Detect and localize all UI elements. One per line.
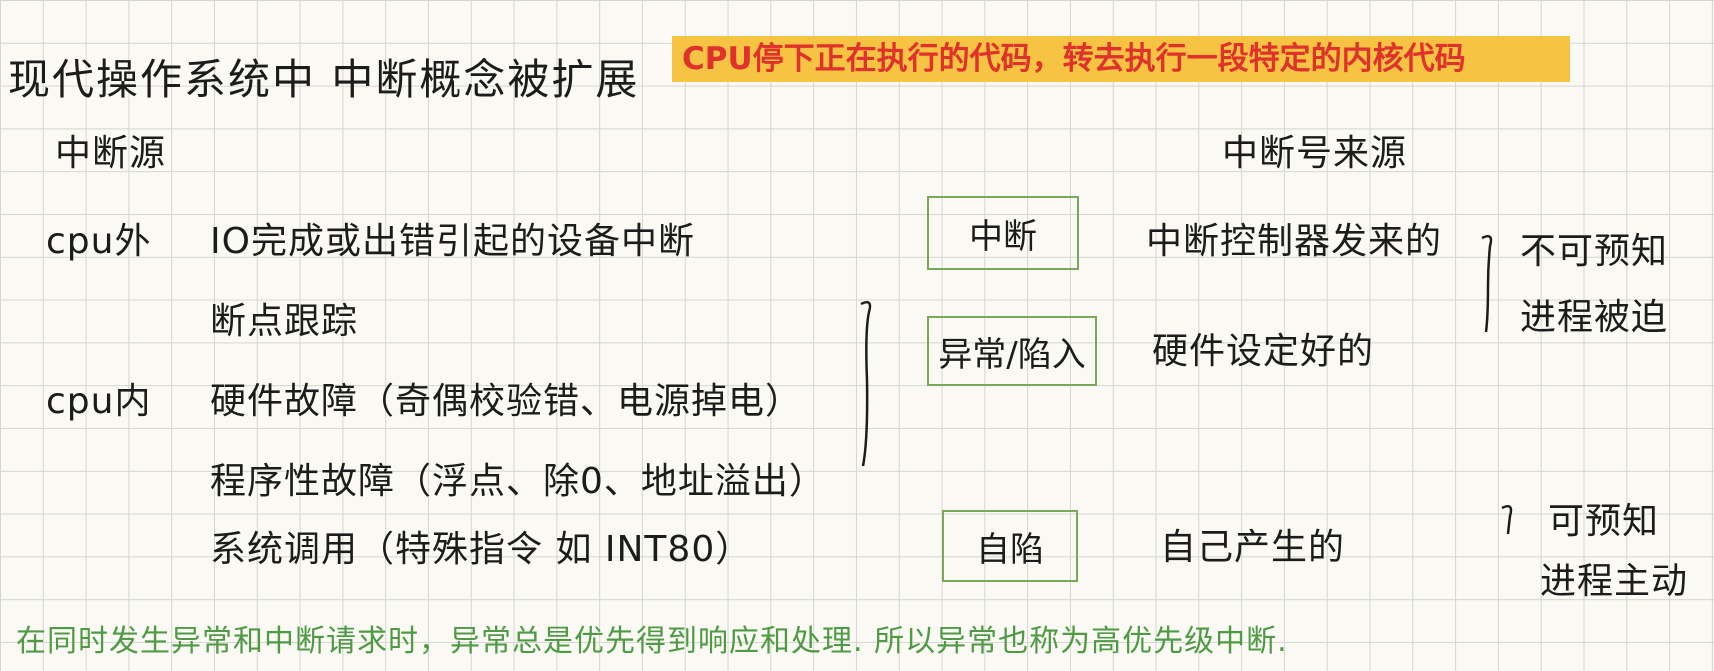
priority-note: 在同时发生异常和中断请求时，异常总是优先得到响应和处理. 所以异常也称为高优先级… [16, 624, 1288, 659]
voluntary-process-text: 进程主动 [1540, 561, 1689, 602]
predictable-brace [1501, 505, 1513, 535]
program-fault-item: 程序性故障（浮点、除0、地址溢出） [210, 461, 826, 502]
system-call-item: 系统调用（特殊指令 如 INT80） [210, 529, 753, 570]
exception-type-box: 异常/陷入 [927, 316, 1097, 386]
interrupt-number-source-heading: 中断号来源 [1222, 133, 1408, 174]
definition-highlight: CPU停下正在执行的代码，转去执行一段特定的内核代码 [672, 36, 1570, 82]
interrupt-type-box: 中断 [927, 196, 1079, 270]
interrupt-source-heading: 中断源 [55, 133, 167, 174]
page-title: 现代操作系统中 中断概念被扩展 [8, 55, 640, 104]
forced-process-text: 进程被迫 [1520, 297, 1669, 338]
unpredictable-text: 不可预知 [1520, 231, 1669, 272]
interrupt-source-text: 中断控制器发来的 [1146, 221, 1443, 262]
cpu-inside-label: cpu内 [46, 381, 152, 422]
exception-source-text: 硬件设定好的 [1152, 331, 1375, 372]
breakpoint-item: 断点跟踪 [210, 301, 359, 342]
left-group-brace [860, 301, 872, 467]
trap-type-box: 自陷 [942, 510, 1078, 582]
unpredictable-brace [1481, 235, 1493, 333]
trap-source-text: 自己产生的 [1160, 527, 1346, 568]
device-interrupt-item: IO完成或出错引起的设备中断 [210, 221, 695, 262]
hardware-fault-item: 硬件故障（奇偶校验错、电源掉电） [210, 381, 803, 422]
cpu-outside-label: cpu外 [46, 221, 152, 262]
predictable-text: 可预知 [1548, 501, 1660, 542]
